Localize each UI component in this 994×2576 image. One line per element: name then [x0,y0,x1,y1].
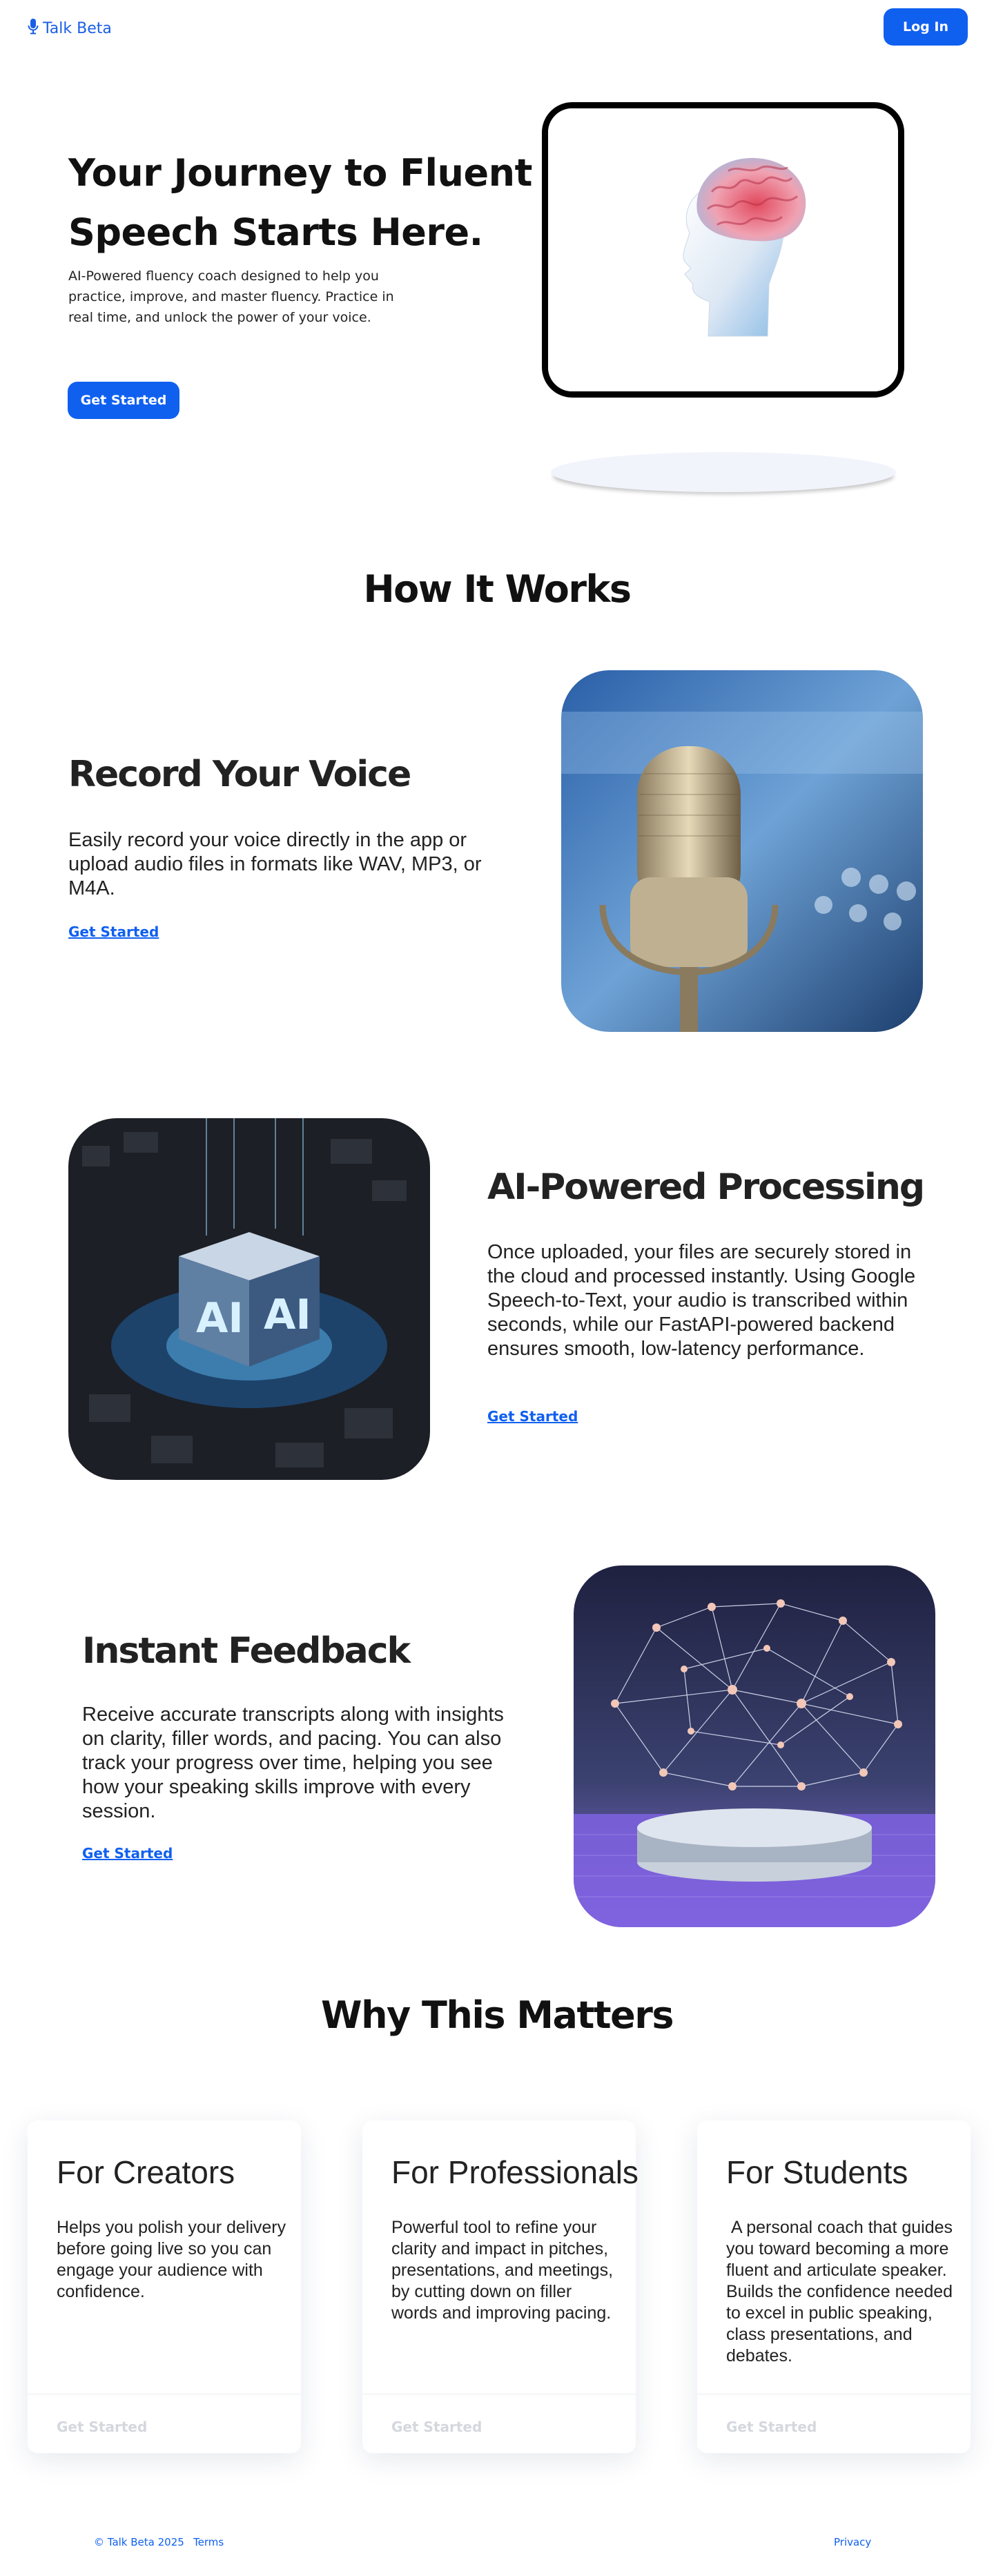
card-creators: For Creators Helps you polish your deliv… [28,2120,301,2453]
feature-link-processing[interactable]: Get Started [487,1408,578,1425]
footer-privacy-link[interactable]: Privacy [834,2536,871,2548]
card-title: For Students [726,2154,908,2190]
card-get-started-button[interactable]: Get Started [391,2419,482,2435]
feature-title-processing: AI-Powered Processing [487,1167,925,1208]
card-professionals: For Professionals Powerful tool to refin… [362,2120,639,2453]
microphone-icon [28,18,39,39]
neural-brain-image [574,1565,935,1927]
login-button[interactable]: Log In [884,8,968,46]
feature-link-feedback[interactable]: Get Started [82,1845,173,1862]
ai-cube-image: AI AI [68,1118,430,1480]
feature-link-record[interactable]: Get Started [68,924,159,940]
brain-head-illustration [548,108,898,391]
feature-text-record: Easily record your voice directly in the… [68,829,482,899]
hero-subtitle: AI-Powered fluency coach designed to hel… [68,269,394,325]
feature-title-record: Record Your Voice [68,754,411,795]
card-title: For Creators [57,2154,235,2190]
card-get-started-button[interactable]: Get Started [57,2419,147,2435]
card-title: For Professionals [391,2154,639,2190]
card-text: A personal coach that guides you toward … [726,2218,957,2365]
brand-logo[interactable]: Talk Beta [28,18,112,39]
feature-text-processing: Once uploaded, your files are securely s… [487,1241,916,1360]
hero-pedestal-shadow [551,452,896,492]
svg-text:AI: AI [264,1291,311,1339]
microphone-image [561,670,923,1032]
how-it-works-title: How It Works [363,567,632,611]
card-text: Helps you polish your delivery before go… [57,2218,286,2301]
hero-title: Your Journey to Fluent Speech Starts Her… [68,151,532,254]
card-students: For Students A personal coach that guide… [697,2120,971,2453]
hero-image-frame [542,102,904,398]
feature-text-feedback: Receive accurate transcripts along with … [82,1704,504,1822]
svg-text:AI: AI [196,1294,244,1343]
why-this-matters-title: Why This Matters [321,1993,674,2037]
footer-copyright: © Talk Beta 2025 [94,2536,184,2548]
card-get-started-button[interactable]: Get Started [726,2419,817,2435]
hero-get-started-button[interactable]: Get Started [68,382,179,419]
card-text: Powerful tool to refine your clarity and… [391,2218,614,2323]
footer-terms-link[interactable]: Terms [193,2536,224,2548]
brand-name: Talk Beta [43,19,112,37]
feature-title-feedback: Instant Feedback [82,1630,411,1672]
top-nav: Talk Beta Log In [0,0,994,55]
